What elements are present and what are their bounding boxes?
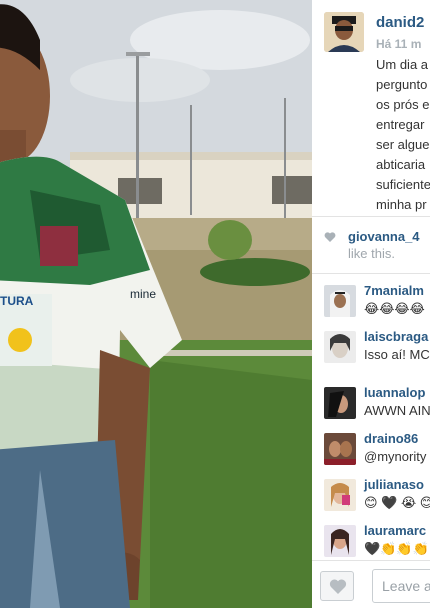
heart-icon — [329, 579, 347, 594]
commenter-avatar-image — [324, 285, 356, 317]
caption-line: pergunto — [376, 77, 428, 92]
svg-text:TURA: TURA — [0, 294, 34, 308]
caption-line: minha pr — [376, 197, 427, 212]
likes-tail-text: like this. — [348, 246, 395, 261]
commenter-avatar[interactable] — [324, 479, 356, 511]
comment-text: 🖤👏👏👏 — [364, 541, 429, 556]
svg-text:mine: mine — [130, 287, 156, 301]
caption-line: ser algue — [376, 137, 430, 152]
commenter-username[interactable]: 7manialm — [364, 283, 424, 298]
caption-line: suficiente — [376, 177, 430, 192]
commenter-avatar-image — [324, 525, 356, 557]
author-avatar-image — [324, 12, 364, 52]
heart-icon — [324, 232, 336, 242]
caption-line: Um dia a — [376, 57, 429, 72]
post-header: danid2 Há 11 m — [312, 0, 430, 60]
likes-first-user[interactable]: giovanna_4 — [348, 229, 420, 244]
commenter-avatar[interactable] — [324, 433, 356, 465]
comment-item: luannalop AWWN AIN — [312, 377, 430, 423]
comment-item: draino86 @mynority — [312, 423, 430, 469]
likes-summary: giovanna_4 like this. — [312, 216, 430, 274]
commenter-avatar-image — [324, 331, 356, 363]
commenter-username[interactable]: lauramarc — [364, 523, 426, 538]
comment-text: Isso aí! MC — [364, 347, 430, 362]
comment-item: juliianaso 😊 🖤 😭 😊 — [312, 469, 430, 515]
caption-line: abticaria — [376, 157, 426, 172]
comment-item: lauramarc 🖤👏👏👏 — [312, 515, 430, 561]
comment-text: 😂😂😂😂 — [364, 301, 425, 316]
author-avatar[interactable] — [324, 12, 364, 52]
caption-line: entregar — [376, 117, 425, 132]
comment-input[interactable] — [372, 569, 430, 603]
commenter-avatar-image — [324, 433, 356, 465]
commenter-username[interactable]: juliianaso — [364, 477, 424, 492]
post-timestamp[interactable]: Há 11 m — [376, 37, 421, 51]
comment-item: laiscbraga Isso aí! MC — [312, 321, 430, 367]
commenter-username[interactable]: draino86 — [364, 431, 418, 446]
commenter-avatar[interactable] — [324, 387, 356, 419]
commenter-avatar[interactable] — [324, 285, 356, 317]
post-photo[interactable]: TURA mine — [0, 0, 312, 608]
post-caption: Um dia a pergunto os prós e entregar ser… — [376, 55, 430, 215]
comment-text: 😊 🖤 😭 😊 — [364, 495, 430, 510]
commenter-username[interactable]: luannalop — [364, 385, 425, 400]
author-username[interactable]: danid2 — [376, 14, 424, 31]
like-button[interactable] — [320, 571, 354, 601]
post-sidebar: danid2 Há 11 m Um dia a pergunto os prós… — [312, 0, 430, 608]
caption-line: os prós e — [376, 97, 430, 112]
commenter-avatar-image — [324, 479, 356, 511]
comment-footer — [312, 560, 430, 608]
photo-scene: TURA mine — [0, 0, 312, 608]
commenter-avatar-image — [324, 387, 356, 419]
comment-text: AWWN AIN — [364, 403, 430, 418]
commenter-avatar[interactable] — [324, 331, 356, 363]
comment-item: 7manialm 😂😂😂😂 — [312, 275, 430, 321]
commenter-username[interactable]: laiscbraga — [364, 329, 428, 344]
comment-text: @mynority — [364, 449, 427, 464]
commenter-avatar[interactable] — [324, 525, 356, 557]
